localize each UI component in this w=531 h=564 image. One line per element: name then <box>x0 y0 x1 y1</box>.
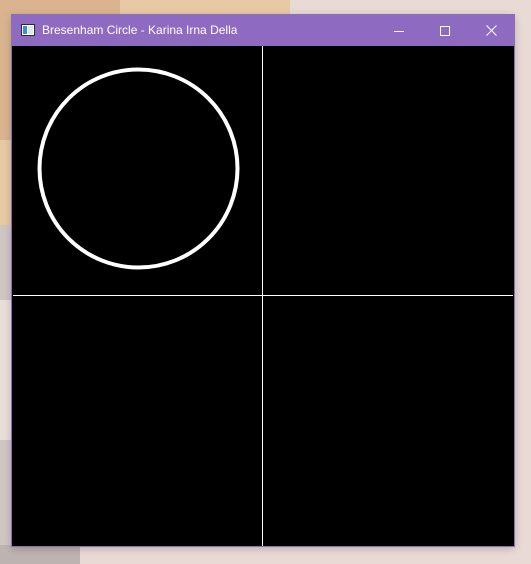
minimize-button[interactable] <box>376 15 422 46</box>
app-icon <box>21 24 35 36</box>
app-window: Bresenham Circle - Karina Irna Della <box>12 15 514 546</box>
minimize-icon <box>394 30 404 32</box>
canvas-svg <box>13 46 513 546</box>
window-title: Bresenham Circle - Karina Irna Della <box>42 23 238 37</box>
desktop-background-bottom <box>0 545 80 564</box>
close-icon <box>485 25 497 36</box>
maximize-button[interactable] <box>422 15 468 46</box>
drawing-canvas[interactable] <box>13 46 513 546</box>
title-bar[interactable]: Bresenham Circle - Karina Irna Della <box>12 15 514 46</box>
maximize-icon <box>440 25 450 36</box>
close-button[interactable] <box>468 15 514 46</box>
